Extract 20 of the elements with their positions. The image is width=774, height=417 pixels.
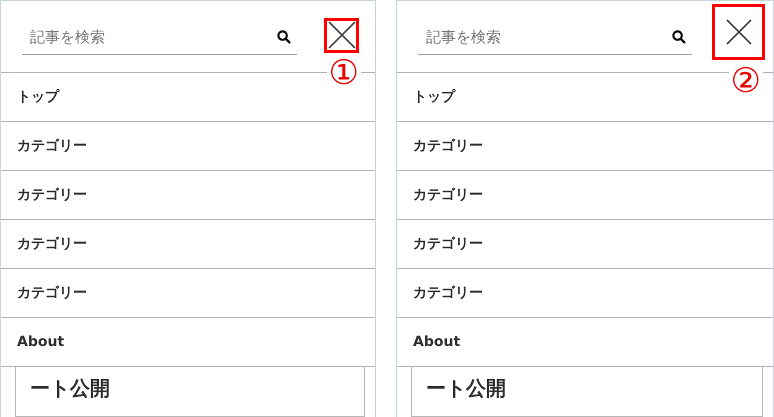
- search-field[interactable]: 記事を検索: [424, 27, 672, 47]
- menu-item[interactable]: カテゴリー: [397, 220, 773, 269]
- close-button[interactable]: [712, 4, 765, 60]
- menu-item[interactable]: カテゴリー: [397, 269, 773, 318]
- search-icon[interactable]: [672, 30, 686, 44]
- close-icon: [726, 18, 752, 44]
- close-button[interactable]: [324, 18, 359, 52]
- menu-item[interactable]: カテゴリー: [1, 220, 375, 269]
- menu-item[interactable]: カテゴリー: [1, 171, 375, 220]
- article-title: ート公開: [426, 376, 506, 400]
- search-field[interactable]: 記事を検索: [28, 27, 277, 47]
- menu-item[interactable]: カテゴリー: [1, 269, 375, 318]
- menu-item[interactable]: カテゴリー: [397, 122, 773, 171]
- search-icon[interactable]: [277, 30, 291, 44]
- menu-item[interactable]: About: [397, 318, 773, 367]
- menu-item[interactable]: カテゴリー: [1, 122, 375, 171]
- close-icon: [328, 21, 356, 49]
- menu-item[interactable]: カテゴリー: [397, 171, 773, 220]
- menu-item[interactable]: About: [1, 318, 375, 367]
- article-title: ート公開: [30, 376, 110, 400]
